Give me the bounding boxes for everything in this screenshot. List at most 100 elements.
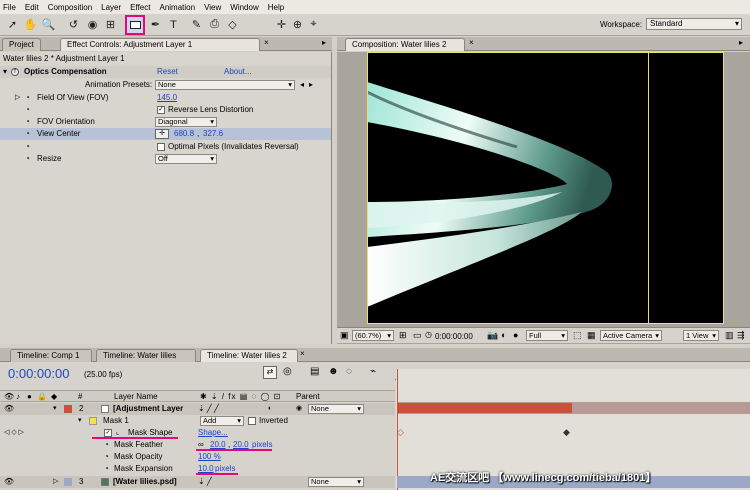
- next-preset-icon[interactable]: ▸: [309, 79, 313, 91]
- keyframe-icon[interactable]: ◇: [397, 428, 406, 437]
- graph-editor-icon[interactable]: ⌁: [370, 366, 376, 377]
- expand-triangle-icon[interactable]: ▷: [53, 476, 58, 488]
- transparency-grid-icon[interactable]: ▦: [587, 330, 596, 341]
- eye-icon[interactable]: 👁: [4, 403, 14, 415]
- orbit-camera-tool-icon[interactable]: ◉: [85, 17, 100, 32]
- stopwatch-icon[interactable]: ◔: [104, 439, 109, 451]
- pen-tool-icon[interactable]: ✒: [148, 17, 163, 32]
- switches-icons[interactable]: ✱ ⇣ / fx ▤ ◌ ◯ ⊡: [200, 391, 281, 403]
- expand-triangle-icon[interactable]: ▷: [15, 92, 20, 104]
- label-icon[interactable]: ◆: [51, 391, 57, 403]
- column-layer-name[interactable]: Layer Name: [114, 391, 158, 403]
- presets-dropdown[interactable]: None ▾: [155, 80, 295, 90]
- flowchart-icon[interactable]: ⇶: [737, 330, 745, 341]
- shy-layers-icon[interactable]: ☻: [328, 366, 339, 377]
- keyframe-icon[interactable]: ◆: [563, 428, 572, 437]
- draft-3d-icon[interactable]: ▤: [310, 366, 319, 377]
- fov-value[interactable]: 145.0: [157, 92, 177, 104]
- label-color-icon[interactable]: [64, 405, 72, 413]
- mask-shape-stopwatch-icon[interactable]: ✓: [104, 429, 112, 437]
- layer-row-water-lilies[interactable]: 👁 ▷ 3 [Water lilies.psd] ⇣ ╱ None ▾: [0, 476, 395, 488]
- channel-icon[interactable]: ●: [513, 330, 518, 340]
- resolution-dropdown[interactable]: Full ▾: [526, 330, 568, 341]
- zoom-dropdown[interactable]: (60.7%) ▾: [352, 330, 394, 341]
- world-axis-icon[interactable]: ⊕: [290, 17, 305, 32]
- stopwatch-icon[interactable]: ◔: [104, 463, 109, 475]
- orientation-dropdown[interactable]: Diagonal ▾: [155, 117, 217, 127]
- pickwhip-icon[interactable]: ◉: [296, 403, 302, 415]
- pixel-aspect-icon[interactable]: ▥: [725, 330, 734, 341]
- panel-menu-icon[interactable]: ▸: [739, 38, 743, 47]
- stopwatch-icon[interactable]: ◔: [104, 451, 109, 463]
- brush-tool-icon[interactable]: ✎: [189, 17, 204, 32]
- switches-icons[interactable]: ⇣ ╱: [198, 476, 212, 488]
- mask-color-icon[interactable]: [89, 417, 97, 425]
- resize-dropdown[interactable]: Off ▾: [155, 154, 217, 164]
- region-of-interest-icon[interactable]: ⬚: [573, 330, 582, 341]
- view-center-x[interactable]: 680.8: [174, 128, 194, 140]
- views-dropdown[interactable]: 1 View ▾: [683, 330, 719, 341]
- close-icon[interactable]: ×: [264, 38, 269, 47]
- layer-name[interactable]: [Water lilies.psd]: [113, 476, 177, 488]
- view-center-y[interactable]: 327.6: [203, 128, 223, 140]
- pan-behind-tool-icon[interactable]: ⊞: [103, 17, 118, 32]
- safe-zones-icon[interactable]: ⊞: [399, 330, 407, 341]
- prev-preset-icon[interactable]: ◂: [300, 79, 304, 91]
- rectangle-mask-tool-icon[interactable]: [125, 15, 145, 35]
- menu-layer[interactable]: Layer: [101, 3, 121, 12]
- tab-composition[interactable]: Composition: Water lilies 2: [345, 38, 465, 51]
- menu-animation[interactable]: Animation: [159, 3, 195, 12]
- mask-opacity-value[interactable]: 100 %: [198, 451, 221, 463]
- tab-timeline-comp1[interactable]: Timeline: Comp 1: [10, 349, 92, 362]
- fx-toggle-icon[interactable]: f: [11, 68, 19, 76]
- parent-dropdown[interactable]: None ▾: [308, 404, 364, 414]
- tab-timeline-water-lilies[interactable]: Timeline: Water lilies: [96, 349, 196, 362]
- view-axis-icon[interactable]: ⌖: [306, 17, 321, 32]
- menu-edit[interactable]: Edit: [25, 3, 39, 12]
- hand-tool-icon[interactable]: ✋: [23, 17, 38, 32]
- selection-tool-icon[interactable]: ➚: [5, 17, 20, 32]
- reverse-checkbox[interactable]: ✓: [157, 106, 165, 114]
- menu-help[interactable]: Help: [268, 3, 284, 12]
- mask-shape-value[interactable]: Shape...: [198, 427, 228, 439]
- expand-triangle-icon[interactable]: ▾: [3, 66, 7, 78]
- composition-viewer[interactable]: [337, 52, 750, 344]
- column-parent[interactable]: Parent: [296, 391, 320, 403]
- local-axis-icon[interactable]: ✛: [274, 17, 289, 32]
- eraser-tool-icon[interactable]: ◇: [225, 17, 240, 32]
- menu-window[interactable]: Window: [230, 3, 258, 12]
- stopwatch-icon[interactable]: ◔: [25, 92, 30, 104]
- close-icon[interactable]: ×: [300, 349, 305, 358]
- live-update-icon[interactable]: ◎: [283, 366, 292, 377]
- stopwatch-icon[interactable]: ◔: [25, 116, 30, 128]
- lock-icon[interactable]: 🔒: [37, 391, 47, 403]
- mask-shape-row[interactable]: ◁ ◇ ▷ ✓ ⌞ Mask Shape Shape...: [0, 427, 395, 439]
- mask-view-icon[interactable]: ▭: [413, 330, 422, 341]
- workspace-dropdown[interactable]: Standard ▾: [646, 18, 742, 30]
- close-icon[interactable]: ×: [469, 38, 474, 47]
- expand-triangle-icon[interactable]: ▾: [53, 403, 57, 415]
- comp-timecode[interactable]: 0:00:00:00: [435, 332, 473, 341]
- mask-row[interactable]: ▾ Mask 1 Add ▾ Inverted: [0, 415, 395, 427]
- mask-name[interactable]: Mask 1: [103, 415, 129, 427]
- adjustment-layer-icon[interactable]: ◐: [268, 403, 272, 415]
- label-color-icon[interactable]: [64, 478, 72, 486]
- text-tool-icon[interactable]: T: [166, 17, 181, 32]
- always-preview-icon[interactable]: ▣: [340, 330, 349, 341]
- zoom-tool-icon[interactable]: 🔍: [41, 17, 56, 32]
- optimal-checkbox[interactable]: [157, 143, 165, 151]
- parent-dropdown[interactable]: None ▾: [308, 477, 364, 487]
- menu-composition[interactable]: Composition: [48, 3, 92, 12]
- keyframe-nav-icon[interactable]: ◁ ◇ ▷: [4, 427, 24, 439]
- mask-mode-dropdown[interactable]: Add ▾: [200, 416, 244, 426]
- motion-blur-icon[interactable]: ◌: [346, 366, 352, 377]
- expand-triangle-icon[interactable]: ▾: [78, 415, 82, 427]
- timeline-timecode[interactable]: 0:00:00:00: [8, 366, 69, 381]
- tab-effect-controls[interactable]: Effect Controls: Adjustment Layer 1: [60, 38, 260, 51]
- layer-row-adjustment[interactable]: 👁 ▾ 2 [Adjustment Layer ⇣ ╱ ╱ ◐ ◉ None ▾: [0, 403, 395, 415]
- tab-project[interactable]: Project: [2, 38, 41, 51]
- clone-stamp-tool-icon[interactable]: ⎙: [207, 17, 222, 32]
- menu-view[interactable]: View: [204, 3, 221, 12]
- audio-icon[interactable]: ♪: [16, 391, 20, 403]
- inverted-checkbox[interactable]: [248, 417, 256, 425]
